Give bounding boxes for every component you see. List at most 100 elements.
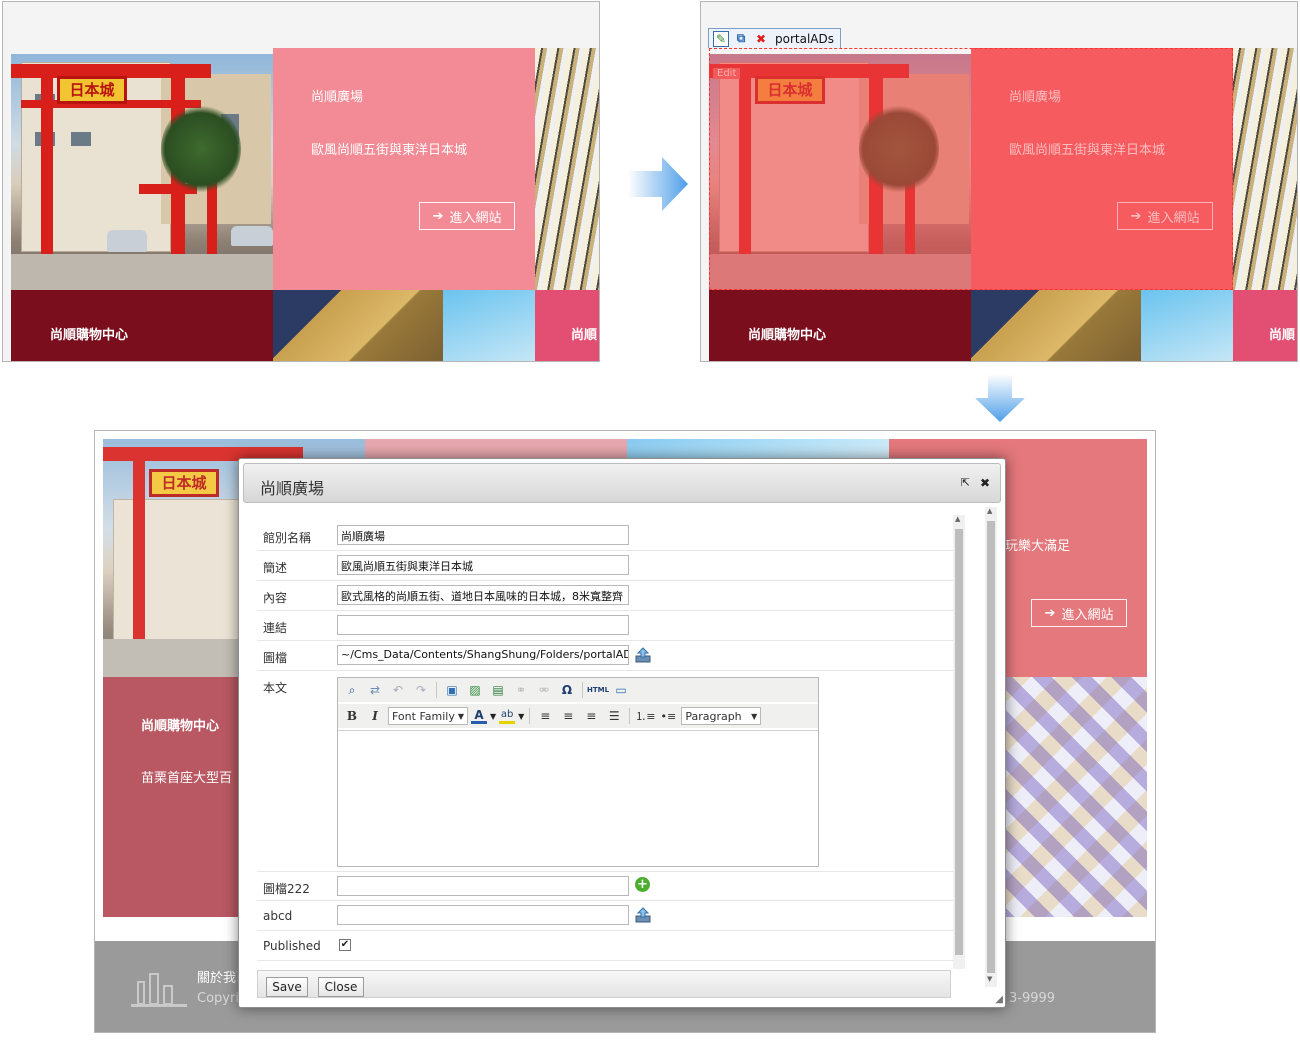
promo-desc: 歐風尚順五街與東洋日本城 [311,143,468,158]
italic-button[interactable]: I [365,707,385,725]
dialog-scrollbar[interactable]: ▲ ▼ [985,507,997,987]
content-input[interactable]: 歐式風格的尚順五街、道地日本風味的日本城，8米寬整齊 [337,585,629,605]
preview-panel: 日本城 尚順廣場 歐風尚順五街與東洋日本城 ➔ 進入網站 尚順購物中心 尚順 [2,1,600,362]
delete-icon[interactable]: ✖ [753,31,769,47]
published-label: Published [263,939,321,953]
fullscreen-icon[interactable]: ▭ [611,681,631,699]
name-input[interactable]: 尚順廣場 [337,525,629,545]
bg-mall-title: 尚順購物中心 [141,719,220,734]
published-row: Published ✔ [257,931,953,961]
add-icon[interactable]: + [635,877,650,892]
bg-footer-phone: 3-9999 [1009,991,1056,1006]
highlight-icon[interactable]: ab [499,708,516,724]
next-panel-edit: 尚順 [1233,290,1297,361]
next-title: 尚順 [571,328,598,343]
body-label: 本文 [263,681,288,695]
edit-pencil-icon[interactable]: ✎ [713,30,729,47]
summary-input[interactable]: 歐風尚順五街與東洋日本城 [337,555,629,575]
image-input[interactable]: ~/Cms_Data/Contents/ShangShung/Folders/p… [337,645,629,665]
unlink-icon[interactable]: ⚮ [534,681,554,699]
link-row: 連結 [257,611,953,641]
image2-input[interactable] [337,876,629,896]
edit-region-outline [709,48,1233,290]
abcd-input[interactable] [337,905,629,925]
bg-torii-sign: 日本城 [149,469,219,497]
format-select[interactable]: Paragraph ▼ [681,707,762,725]
published-checkbox[interactable]: ✔ [339,939,351,951]
dialog-header[interactable]: 尚順廣場 ⇱ ✖ [243,463,1001,503]
bold-button[interactable]: B [342,707,362,725]
image-icon[interactable]: ▨ [465,681,485,699]
mall-panel-edit: 尚順購物中心 [709,290,971,361]
save-button[interactable]: Save [266,977,308,997]
body-row: 本文 ⌕ ⇄ ↶ ↷ ▣ ▨ ▤ ⚭ ⚮ Ω HTML ▭ B I Font F… [257,671,953,871]
arrow-right-icon [628,157,688,211]
media-icon[interactable]: ▤ [488,681,508,699]
link-label: 連結 [263,621,288,635]
rich-text-editor: ⌕ ⇄ ↶ ↷ ▣ ▨ ▤ ⚭ ⚮ Ω HTML ▭ B I Font Fami… [337,677,819,867]
chevron-down-icon[interactable]: ▼ [490,712,496,721]
dialog-title: 尚順廣場 [260,479,325,498]
font-family-value: Font Family [392,709,455,723]
mall-title: 尚順購物中心 [50,328,129,343]
arrow-down-icon [975,374,1025,422]
bg-enter-site-button[interactable]: ➔ 進入網站 [1031,599,1127,627]
promo-title: 尚順廣場 [311,90,364,105]
chevron-down-icon[interactable]: ▼ [518,712,524,721]
summary-row: 簡述 歐風尚順五街與東洋日本城 [257,551,953,581]
promo-panel: 尚順廣場 歐風尚順五街與東洋日本城 ➔ 進入網站 [273,48,535,290]
chevron-down-icon: ▼ [457,711,464,721]
resize-grip-icon[interactable]: ◢ [995,994,1003,1005]
close-icon[interactable]: ✖ [980,476,990,490]
align-right-icon[interactable]: ≡ [581,707,601,725]
toolbar-separator [629,708,631,724]
form-area: 館別名稱 尚順廣場 簡述 歐風尚順五街與東洋日本城 內容 歐式風格的尚順五街、道… [257,515,953,985]
image2-row: 圖檔222 + [257,871,953,901]
replace-icon[interactable]: ⇄ [365,681,385,699]
redo-icon[interactable]: ↷ [411,681,431,699]
html-source-button[interactable]: HTML [587,681,609,699]
bg-diamond-photo [995,677,1147,917]
numbered-list-icon[interactable]: ⒈≡ [635,707,655,725]
link-icon[interactable]: ⚭ [511,681,531,699]
special-char-icon[interactable]: Ω [557,681,577,699]
bg-mall-desc: 苗栗首座大型百 [141,771,233,786]
abcd-row: abcd [257,901,953,931]
undo-icon[interactable]: ↶ [388,681,408,699]
format-value: Paragraph [685,709,742,723]
name-row: 館別名稱 尚順廣場 [257,521,953,551]
image-row: 圖檔 ~/Cms_Data/Contents/ShangShung/Folder… [257,641,953,671]
torii-photo: 日本城 [11,54,273,290]
summary-label: 簡述 [263,561,288,575]
edit-dialog: 尚順廣場 ⇱ ✖ 館別名稱 尚順廣場 簡述 歐風尚順五街與東洋日本城 內容 歐式… [238,458,1006,1008]
image2-label: 圖檔222 [263,882,310,896]
building-photo-edit [971,290,1233,361]
bg-footer-about[interactable]: 關於我 [197,967,236,986]
abcd-label: abcd [263,909,293,923]
align-left-icon[interactable]: ≡ [535,707,555,725]
align-center-icon[interactable]: ≡ [558,707,578,725]
edit-panel: 日本城 Edit 尚順廣場 歐風尚順五街與東洋日本城 ➔ 進入網站 尚順購物中心… [700,1,1298,362]
chevron-down-icon: ▼ [751,711,758,721]
close-button[interactable]: Close [318,977,364,997]
bullet-list-icon[interactable]: •≡ [658,707,678,725]
font-family-select[interactable]: Font Family ▼ [388,707,468,725]
popout-icon[interactable]: ⇱ [961,476,970,489]
link-input[interactable] [337,615,629,635]
stripes-photo-edit [1233,48,1297,290]
upload-icon[interactable] [635,907,651,923]
editor-toolbar-row2: B I Font Family ▼ A ▼ ab ▼ ≡ ≡ ≡ ☰ ⒈≡ •≡… [338,704,818,728]
enter-site-button[interactable]: ➔ 進入網站 [419,202,515,230]
find-icon[interactable]: ⌕ [342,681,362,699]
paste-icon[interactable]: ▣ [442,681,462,699]
dialog-button-bar: Save Close [257,970,951,998]
text-color-icon[interactable]: A [471,708,487,724]
building-photo [273,290,535,361]
next-panel: 尚順 [535,290,599,361]
copy-icon[interactable]: ⧉ [733,31,749,47]
form-scrollbar[interactable]: ▲ [953,515,965,969]
content-label: 內容 [263,591,288,605]
editor-content-area[interactable] [338,730,818,866]
align-justify-icon[interactable]: ☰ [604,707,624,725]
upload-icon[interactable] [635,647,651,663]
